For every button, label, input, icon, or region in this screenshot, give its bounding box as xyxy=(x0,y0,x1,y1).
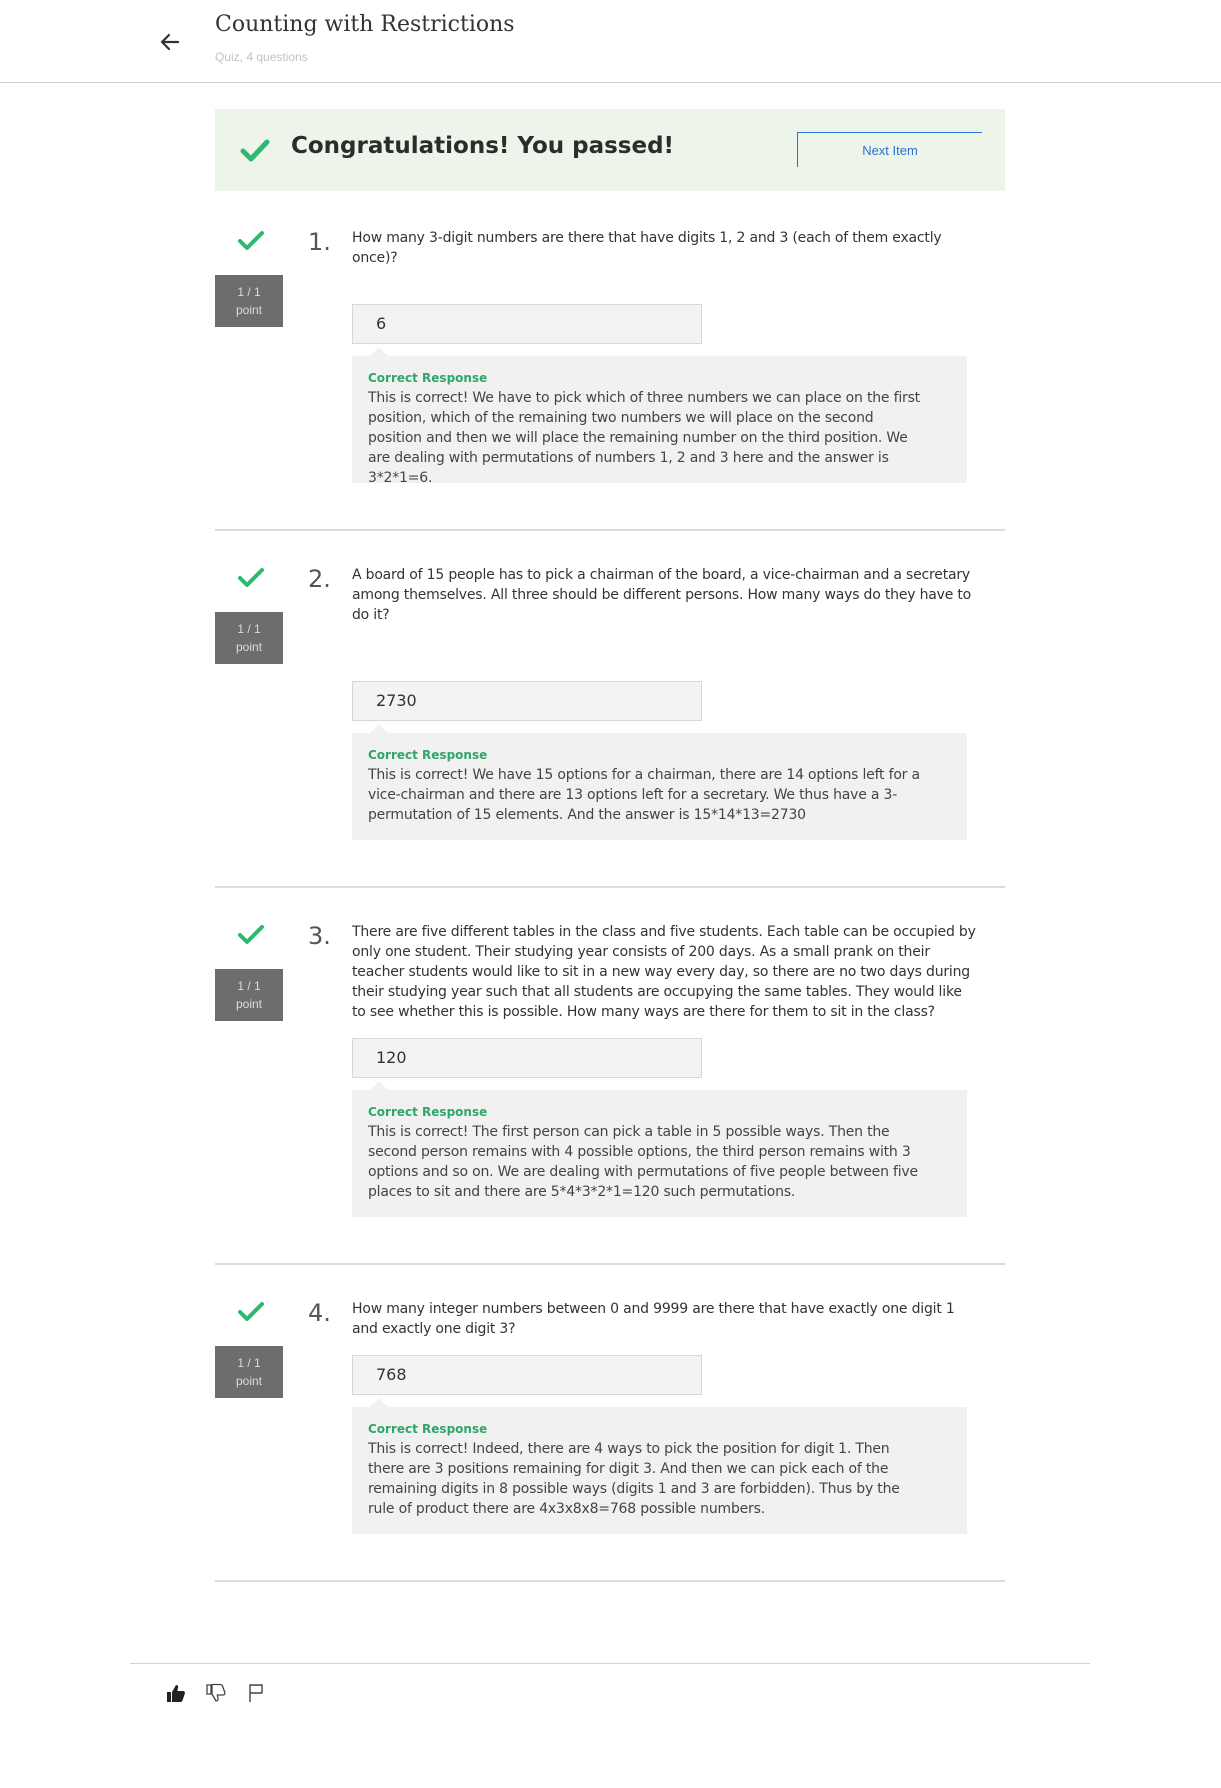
feedback-text: This is correct! We have to pick which o… xyxy=(368,390,920,486)
question-number: 3. xyxy=(308,922,331,950)
pass-message: Congratulations! You passed! xyxy=(291,133,675,159)
question-text: There are five different tables in the c… xyxy=(352,924,976,1020)
answer-field[interactable]: 768 xyxy=(352,1355,702,1395)
back-button[interactable] xyxy=(152,24,188,60)
feedback-text: This is correct! The first person can pi… xyxy=(368,1124,918,1200)
points-badge: 1 / 1 point xyxy=(215,612,283,664)
footer-divider xyxy=(130,1663,1090,1664)
pass-banner: Congratulations! You passed! Next Item xyxy=(215,109,1005,191)
question-number: 1. xyxy=(308,228,331,256)
question-number: 4. xyxy=(308,1299,331,1327)
page-title: Counting with Restrictions xyxy=(215,12,515,37)
points-score: 1 / 1 xyxy=(237,622,261,636)
points-unit: point xyxy=(235,303,263,317)
page-subtitle: Quiz, 4 questions xyxy=(215,50,308,64)
checkmark-icon xyxy=(240,139,270,162)
thumbs-down-icon xyxy=(206,1683,226,1702)
feedback-title: Correct Response xyxy=(368,1105,488,1119)
question-text: How many 3-digit numbers are there that … xyxy=(352,230,942,266)
points-unit: point xyxy=(235,640,263,654)
like-button[interactable] xyxy=(163,1680,189,1706)
feedback-title: Correct Response xyxy=(368,748,488,762)
dislike-button[interactable] xyxy=(203,1680,229,1706)
question-text: A board of 15 people has to pick a chair… xyxy=(352,567,972,623)
feedback-text: This is correct! We have 15 options for … xyxy=(368,767,920,823)
checkmark-icon xyxy=(238,231,264,250)
checkmark-icon xyxy=(238,568,264,587)
question-item: 1 / 1 point 3. There are five different … xyxy=(215,919,1005,1269)
question-number: 2. xyxy=(308,565,331,593)
question-item: 1 / 1 point 4. How many integer numbers … xyxy=(215,1296,1005,1616)
question-item: 1 / 1 point 1. How many 3-digit numbers … xyxy=(215,225,1005,530)
footer-actions xyxy=(163,1680,269,1706)
feedback-box: Correct Response This is correct! Indeed… xyxy=(352,1398,967,1534)
question-item: 1 / 1 point 2. A board of 15 people has … xyxy=(215,562,1005,882)
thumbs-up-icon xyxy=(167,1685,185,1702)
next-item-button[interactable]: Next Item xyxy=(797,132,982,167)
points-unit: point xyxy=(235,1374,263,1388)
report-button[interactable] xyxy=(243,1680,269,1706)
top-bar: Counting with Restrictions Quiz, 4 quest… xyxy=(0,0,1221,83)
answer-field[interactable]: 6 xyxy=(352,304,702,344)
feedback-box: Correct Response This is correct! The fi… xyxy=(352,1081,967,1217)
feedback-title: Correct Response xyxy=(368,371,488,385)
points-score: 1 / 1 xyxy=(237,1356,261,1370)
checkmark-icon xyxy=(238,1302,264,1321)
points-unit: point xyxy=(235,997,263,1011)
feedback-text: This is correct! Indeed, there are 4 way… xyxy=(368,1441,900,1517)
checkmark-icon xyxy=(238,925,264,944)
feedback-box: Correct Response This is correct! We hav… xyxy=(352,724,967,840)
arrow-left-icon xyxy=(160,33,180,51)
question-text: How many integer numbers between 0 and 9… xyxy=(352,1301,955,1337)
feedback-title: Correct Response xyxy=(368,1422,488,1436)
answer-field[interactable]: 120 xyxy=(352,1038,702,1078)
points-score: 1 / 1 xyxy=(237,285,261,299)
divider xyxy=(215,886,1005,888)
points-score: 1 / 1 xyxy=(237,979,261,993)
points-badge: 1 / 1 point xyxy=(215,1346,283,1398)
divider xyxy=(215,529,1005,531)
divider xyxy=(215,1263,1005,1265)
points-badge: 1 / 1 point xyxy=(215,969,283,1021)
flag-icon xyxy=(249,1684,263,1702)
divider xyxy=(215,1580,1005,1582)
feedback-box: Correct Response This is correct! We hav… xyxy=(352,347,967,486)
answer-field[interactable]: 2730 xyxy=(352,681,702,721)
points-badge: 1 / 1 point xyxy=(215,275,283,327)
